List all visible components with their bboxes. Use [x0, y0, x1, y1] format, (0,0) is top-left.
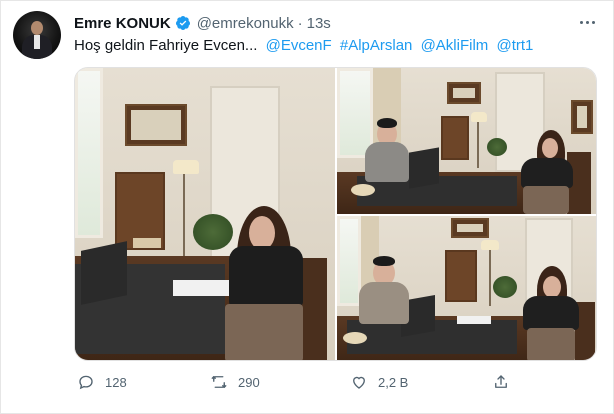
mention-evcenf[interactable]: @EvcenF [266, 37, 332, 54]
media-grid [74, 67, 597, 361]
share-icon [495, 375, 507, 388]
photo-3[interactable] [337, 216, 596, 360]
like-button[interactable]: 2,2 B [350, 373, 408, 391]
reply-count: 128 [105, 374, 127, 390]
mention-trt1[interactable]: @trt1 [496, 37, 533, 54]
avatar[interactable] [13, 11, 61, 59]
separator-dot: · [297, 14, 303, 32]
retweet-count: 290 [238, 374, 260, 390]
tweet-header: Emre KONUK @emrekonukk · 13s [74, 13, 331, 33]
author-handle[interactable]: @emrekonukk [197, 15, 294, 32]
photo-2[interactable] [337, 68, 596, 214]
mention-akliflim[interactable]: @AkliFilm [421, 37, 489, 54]
tweet-text-main: Hoş geldin Fahriye Evcen... [74, 37, 258, 54]
verified-badge-icon [175, 16, 190, 30]
tweet-card[interactable]: Emre KONUK @emrekonukk · 13s Hoş geldin … [0, 0, 614, 414]
timestamp[interactable]: 13s [307, 15, 331, 32]
like-count: 2,2 B [378, 374, 409, 390]
reply-icon [79, 375, 93, 390]
hashtag-alparslan[interactable]: #AlpArslan [340, 37, 413, 54]
share-button[interactable] [492, 373, 510, 391]
retweet-icon [211, 376, 227, 388]
retweet-button[interactable]: 290 [210, 373, 260, 391]
tweet-text: Hoş geldin Fahriye Evcen... @EvcenF #Alp… [74, 37, 533, 54]
tweet-actions: 128 290 2,2 B [74, 373, 534, 395]
more-options-icon[interactable] [575, 10, 599, 34]
like-icon [353, 376, 365, 389]
author-name[interactable]: Emre KONUK [74, 15, 171, 32]
photo-1[interactable] [75, 68, 335, 360]
reply-button[interactable]: 128 [77, 373, 127, 391]
